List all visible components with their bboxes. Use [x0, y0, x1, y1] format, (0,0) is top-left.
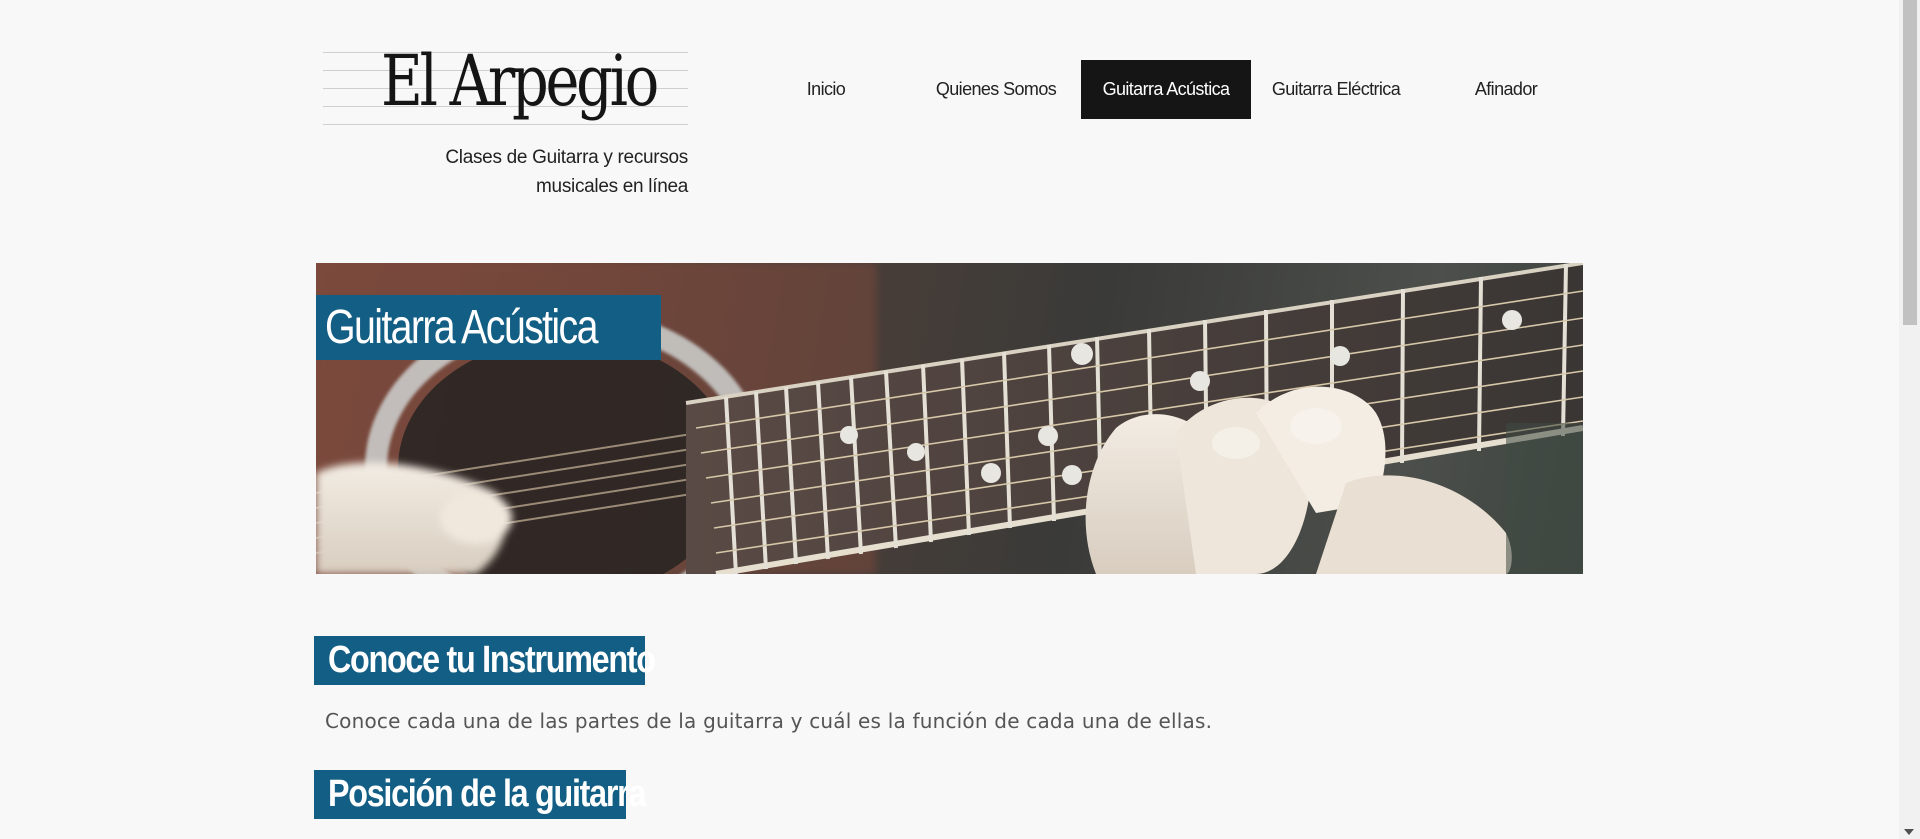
logo-title: El Arpegio	[381, 40, 659, 122]
scroll-down-arrow-icon[interactable]	[1904, 829, 1914, 835]
site-logo[interactable]: El Arpegio	[323, 36, 688, 126]
nav-item-quienes-somos[interactable]: Quienes Somos	[911, 60, 1081, 119]
site-tagline: Clases de Guitarra y recursos musicales …	[400, 143, 688, 201]
scrollbar-thumb[interactable]	[1903, 0, 1917, 325]
main-nav: Inicio Quienes Somos Guitarra Acústica G…	[741, 60, 1591, 119]
section-text-conoce: Conoce cada una de las partes de la guit…	[325, 709, 1213, 733]
nav-item-guitarra-acustica[interactable]: Guitarra Acústica	[1081, 60, 1251, 119]
nav-item-afinador[interactable]: Afinador	[1421, 60, 1591, 119]
nav-item-guitarra-electrica[interactable]: Guitarra Eléctrica	[1251, 60, 1421, 119]
section-heading-conoce: Conoce tu Instrumento	[314, 636, 656, 685]
vertical-scrollbar[interactable]	[1899, 0, 1920, 839]
hero-title: Guitarra Acústica	[316, 295, 661, 361]
page: El Arpegio Clases de Guitarra y recursos…	[0, 0, 1899, 839]
section-heading-posicion-text: Posición de la guitarra	[328, 773, 646, 815]
tagline-line-1: Clases de Guitarra y recursos	[445, 147, 688, 168]
hero-banner: Guitarra Acústica	[316, 263, 1583, 574]
section-heading-posicion: Posición de la guitarra	[314, 770, 646, 819]
tagline-line-2: musicales en línea	[536, 176, 688, 197]
nav-item-inicio[interactable]: Inicio	[741, 60, 911, 119]
hero-title-text: Guitarra Acústica	[325, 301, 598, 355]
section-heading-conoce-text: Conoce tu Instrumento	[328, 639, 656, 681]
